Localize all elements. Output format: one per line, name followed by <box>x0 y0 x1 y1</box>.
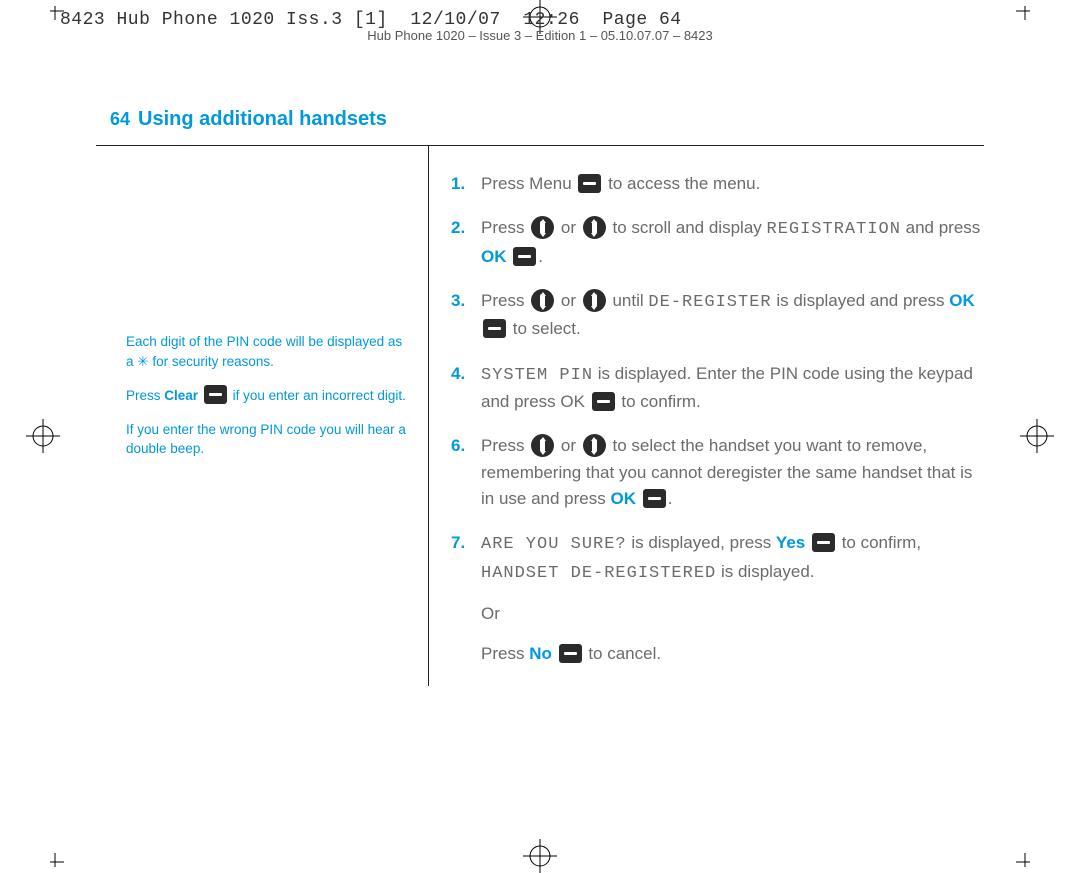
softkey-icon <box>559 644 582 663</box>
step: 6. Press or to select the handset you wa… <box>451 433 984 512</box>
side-notes: Each digit of the PIN code will be displ… <box>96 146 428 686</box>
crop-tick-icon <box>46 853 64 871</box>
crop-mark-icon <box>523 839 557 873</box>
side-note: Each digit of the PIN code will be displ… <box>126 332 406 371</box>
softkey-icon <box>483 319 506 338</box>
crop-mark-icon <box>26 419 60 453</box>
nav-updown-icon <box>583 434 606 457</box>
softkey-icon <box>643 489 666 508</box>
softkey-icon <box>513 247 536 266</box>
softkey-icon <box>812 533 835 552</box>
step: 1. Press Menu to access the menu. <box>451 171 984 197</box>
page-number: 64 <box>96 109 138 130</box>
nav-updown-icon <box>531 289 554 312</box>
crop-tick-icon <box>1016 853 1034 871</box>
side-note: If you enter the wrong PIN code you will… <box>126 420 406 459</box>
step: 2. Press or to scroll and display REGIST… <box>451 215 984 270</box>
prepress-slug: 8423 Hub Phone 1020 Iss.3 [1] 12/10/07 1… <box>60 10 682 30</box>
nav-updown-icon <box>531 434 554 457</box>
softkey-icon <box>204 385 227 404</box>
nav-updown-icon <box>583 216 606 239</box>
vertical-divider <box>428 146 429 686</box>
section-title: Using additional handsets <box>138 108 387 131</box>
nav-updown-icon <box>531 216 554 239</box>
crop-tick-icon <box>1016 2 1034 20</box>
step: 3. Press or until DE-REGISTER is display… <box>451 288 984 343</box>
step: 4. SYSTEM PIN is displayed. Enter the PI… <box>451 361 984 416</box>
softkey-icon <box>592 392 615 411</box>
page-content: 64 Using additional handsets Each digit … <box>96 108 984 686</box>
instruction-steps: 1. Press Menu to access the menu. 2. Pre… <box>451 146 984 686</box>
nav-updown-icon <box>583 289 606 312</box>
prepress-slug-secondary: Hub Phone 1020 – Issue 3 – Edition 1 – 0… <box>0 28 1080 43</box>
side-note: Press Clear if you enter an incorrect di… <box>126 385 406 406</box>
crop-mark-icon <box>1020 419 1054 453</box>
step: 7. ARE YOU SURE? is displayed, press Yes… <box>451 530 984 667</box>
softkey-icon <box>578 174 601 193</box>
